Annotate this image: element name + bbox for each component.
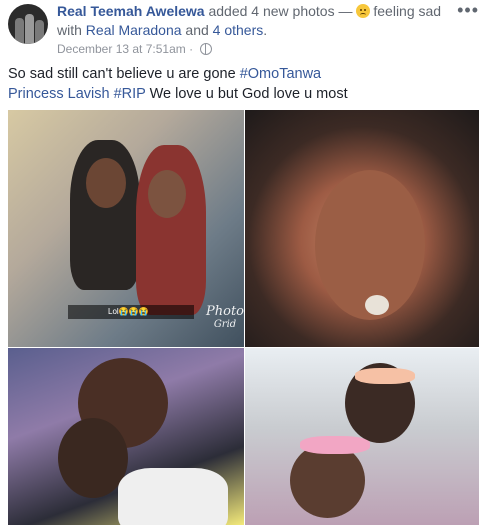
photo-3[interactable]	[8, 348, 244, 525]
message-text: So sad still can't believe u are gone	[8, 66, 236, 82]
post-meta: December 13 at 7:51am ·	[57, 42, 213, 56]
photo-2[interactable]	[245, 110, 479, 347]
watermark-line-1: Photo	[206, 304, 244, 319]
photo-1-caption: Lol😭😭😭	[68, 305, 194, 319]
photo-1[interactable]: Lol😭😭😭 Photo Grid	[8, 110, 244, 347]
photo-grid-watermark: Photo Grid	[206, 305, 244, 331]
globe-icon[interactable]	[200, 43, 213, 55]
photo-4[interactable]	[245, 348, 479, 525]
post-header: Real Teemah Awelewa added 4 new photos —…	[57, 2, 447, 40]
hashtag-rip[interactable]: #RIP	[114, 86, 146, 102]
header-period: .	[263, 22, 268, 38]
tagged-person-link[interactable]: Real Maradona	[86, 22, 182, 38]
feeling-text: feeling sad	[373, 3, 442, 19]
hashtag-omotanwa[interactable]: #OmoTanwa	[240, 66, 321, 82]
with-label: with	[57, 22, 82, 38]
author-avatar[interactable]	[8, 4, 48, 44]
watermark-line-2: Grid	[213, 319, 237, 330]
timestamp-link[interactable]: December 13 at 7:51am	[57, 42, 186, 56]
sad-face-icon	[356, 4, 371, 18]
message-text-end: We love u but God love u most	[149, 86, 348, 102]
more-options-icon[interactable]: •••	[457, 0, 479, 21]
post-action: added 4 new photos —	[208, 3, 353, 19]
author-name-link[interactable]: Real Teemah Awelewa	[57, 3, 205, 19]
and-label: and	[185, 22, 209, 38]
others-link[interactable]: 4 others	[213, 22, 264, 38]
meta-separator: ·	[189, 42, 194, 56]
mention-princess-lavish[interactable]: Princess Lavish	[8, 86, 110, 102]
post-message: So sad still can't believe u are gone #O…	[8, 64, 478, 104]
